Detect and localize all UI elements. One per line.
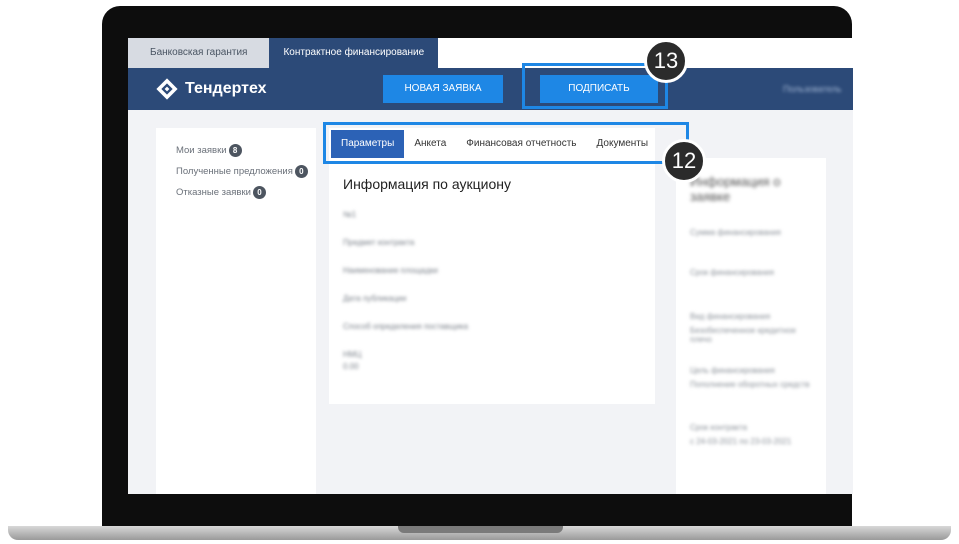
logo[interactable]: Тендертех	[156, 78, 267, 100]
blurred-field: Предмет контракта	[343, 238, 415, 247]
blurred-field: НМЦ	[343, 350, 362, 359]
sidebar-item-my-requests[interactable]: Мои заявки 8	[176, 140, 308, 161]
blurred-field: Срок финансирования	[690, 268, 774, 277]
request-info-card: Информация о заявке Сумма финансирования…	[676, 158, 826, 494]
blurred-field: 0.00	[343, 362, 359, 371]
count-badge: 0	[294, 165, 308, 178]
blurred-field: №1	[343, 210, 357, 219]
sidebar: Мои заявки 8 Полученные предложения 0 От…	[156, 128, 316, 494]
tabs-highlight-box	[323, 122, 689, 164]
blurred-field: Дата публикации	[343, 294, 407, 303]
sidebar-list: Мои заявки 8 Полученные предложения 0 От…	[176, 140, 308, 203]
sidebar-item-rejected[interactable]: Отказные заявки 0	[176, 182, 308, 203]
sidebar-item-label: Мои заявки	[176, 145, 227, 156]
new-request-button[interactable]: НОВАЯ ЗАЯВКА	[383, 75, 503, 103]
sidebar-item-label: Отказные заявки	[176, 187, 251, 198]
blurred-field: Способ определения поставщика	[343, 322, 469, 331]
blurred-field: Безобеспеченное кредитное плечо	[690, 326, 796, 344]
blurred-field: Цель финансирования	[690, 366, 775, 375]
tab-contract-financing[interactable]: Контрактное финансирование	[269, 38, 439, 68]
laptop-notch	[398, 526, 563, 533]
user-name[interactable]: Пользователь	[783, 84, 841, 94]
sidebar-item-label: Полученные предложения	[176, 166, 293, 177]
count-badge: 8	[228, 144, 242, 157]
logo-text: Тендертех	[185, 80, 267, 97]
navbar: Тендертех НОВАЯ ЗАЯВКА ПОДПИСАТЬ Пользов…	[128, 68, 853, 110]
blurred-field: Вид финансирования	[690, 312, 771, 321]
blurred-field: Наименование площадки	[343, 266, 438, 275]
blurred-field: Срок контракта	[690, 423, 748, 432]
count-badge: 0	[252, 186, 266, 199]
blurred-field: Пополнение оборотных средств	[690, 380, 810, 389]
step-marker-13: 13	[644, 39, 688, 83]
product-tabs: Банковская гарантия Контрактное финансир…	[128, 38, 853, 68]
request-info-title: Информация о заявке	[690, 174, 781, 204]
app-screen: Банковская гарантия Контрактное финансир…	[128, 38, 853, 494]
blurred-field: с 24-03-2021 по 23-03-2021	[690, 437, 792, 446]
auction-info-card: Параметры Анкета Финансовая отчетность Д…	[329, 128, 655, 404]
sidebar-item-received-offers[interactable]: Полученные предложения 0	[176, 161, 308, 182]
card-title: Информация по аукциону	[343, 176, 511, 192]
logo-icon	[156, 78, 178, 100]
step-marker-12: 12	[662, 139, 706, 183]
tab-bank-guarantee[interactable]: Банковская гарантия	[128, 38, 270, 68]
blurred-field: Сумма финансирования	[690, 228, 781, 237]
